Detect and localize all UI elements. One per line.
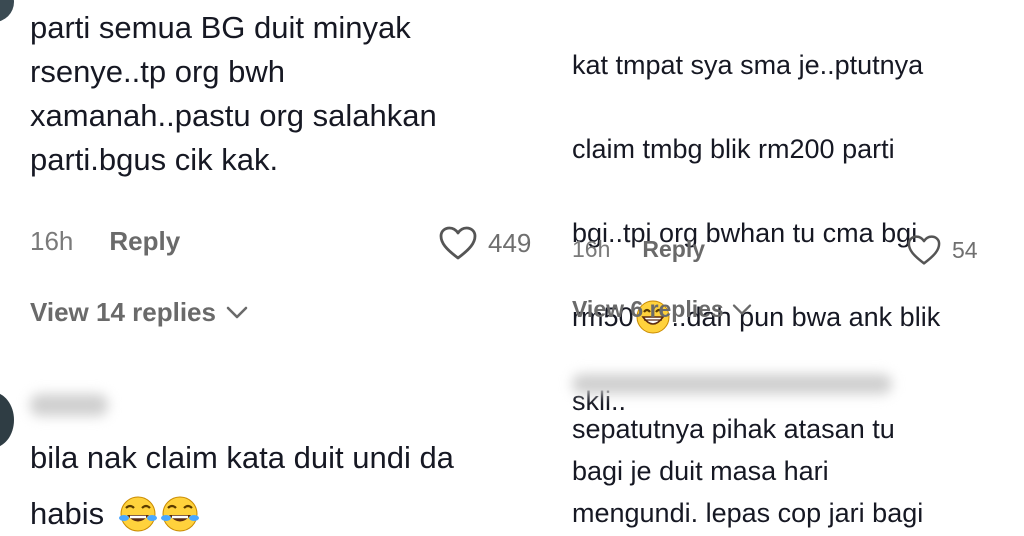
heart-icon [439, 226, 477, 260]
comment-time: 16h [30, 226, 74, 256]
like-button[interactable]: 449 [438, 225, 531, 261]
view-replies-button[interactable]: View 14 replies [30, 297, 250, 328]
comment-meta: 16h Reply [572, 236, 705, 263]
like-button[interactable]: 54 [906, 234, 978, 266]
view-replies-button[interactable]: View 6 replies [572, 296, 754, 323]
reply-button[interactable]: Reply [642, 236, 705, 263]
comment-text: kat tmpat sya sma je..ptutnya claim tmbg… [572, 2, 940, 464]
comment-text: parti semua BG duit minyak rsenye..tp or… [30, 10, 437, 177]
blurred-username [30, 394, 108, 416]
comment-text-line2: habis [30, 492, 200, 536]
left-screenshot-panel: parti semua BG duit minyak rsenye..tp or… [0, 0, 552, 536]
face-with-tears-of-joy-icon [161, 496, 200, 532]
avatar[interactable] [0, 0, 14, 22]
face-with-tears-of-joy-icon [119, 496, 158, 532]
comment-time: 16h [572, 236, 611, 262]
chevron-down-icon [226, 306, 248, 318]
view-replies-label: View 6 replies [572, 296, 724, 322]
comment-line: kat tmpat sya sma je..ptutnya [572, 50, 924, 80]
chevron-down-icon [732, 303, 751, 315]
avatar[interactable] [0, 392, 14, 448]
comment-meta: 16h Reply [30, 226, 180, 257]
like-count: 449 [488, 227, 532, 258]
heart-icon [907, 235, 941, 265]
like-count: 54 [952, 236, 978, 263]
reply-button[interactable]: Reply [109, 226, 180, 257]
blurred-username [572, 374, 892, 394]
comment-text: sepatutnya pihak atasan tu bagi je duit … [572, 414, 924, 528]
comment-text-end: habis [30, 496, 105, 531]
comment-line: claim tmbg blik rm200 parti [572, 134, 895, 164]
view-replies-label: View 14 replies [30, 297, 216, 327]
comment-text: bila nak claim kata duit undi da [30, 440, 454, 475]
right-screenshot-panel: kat tmpat sya sma je..ptutnya claim tmbg… [558, 0, 1024, 536]
